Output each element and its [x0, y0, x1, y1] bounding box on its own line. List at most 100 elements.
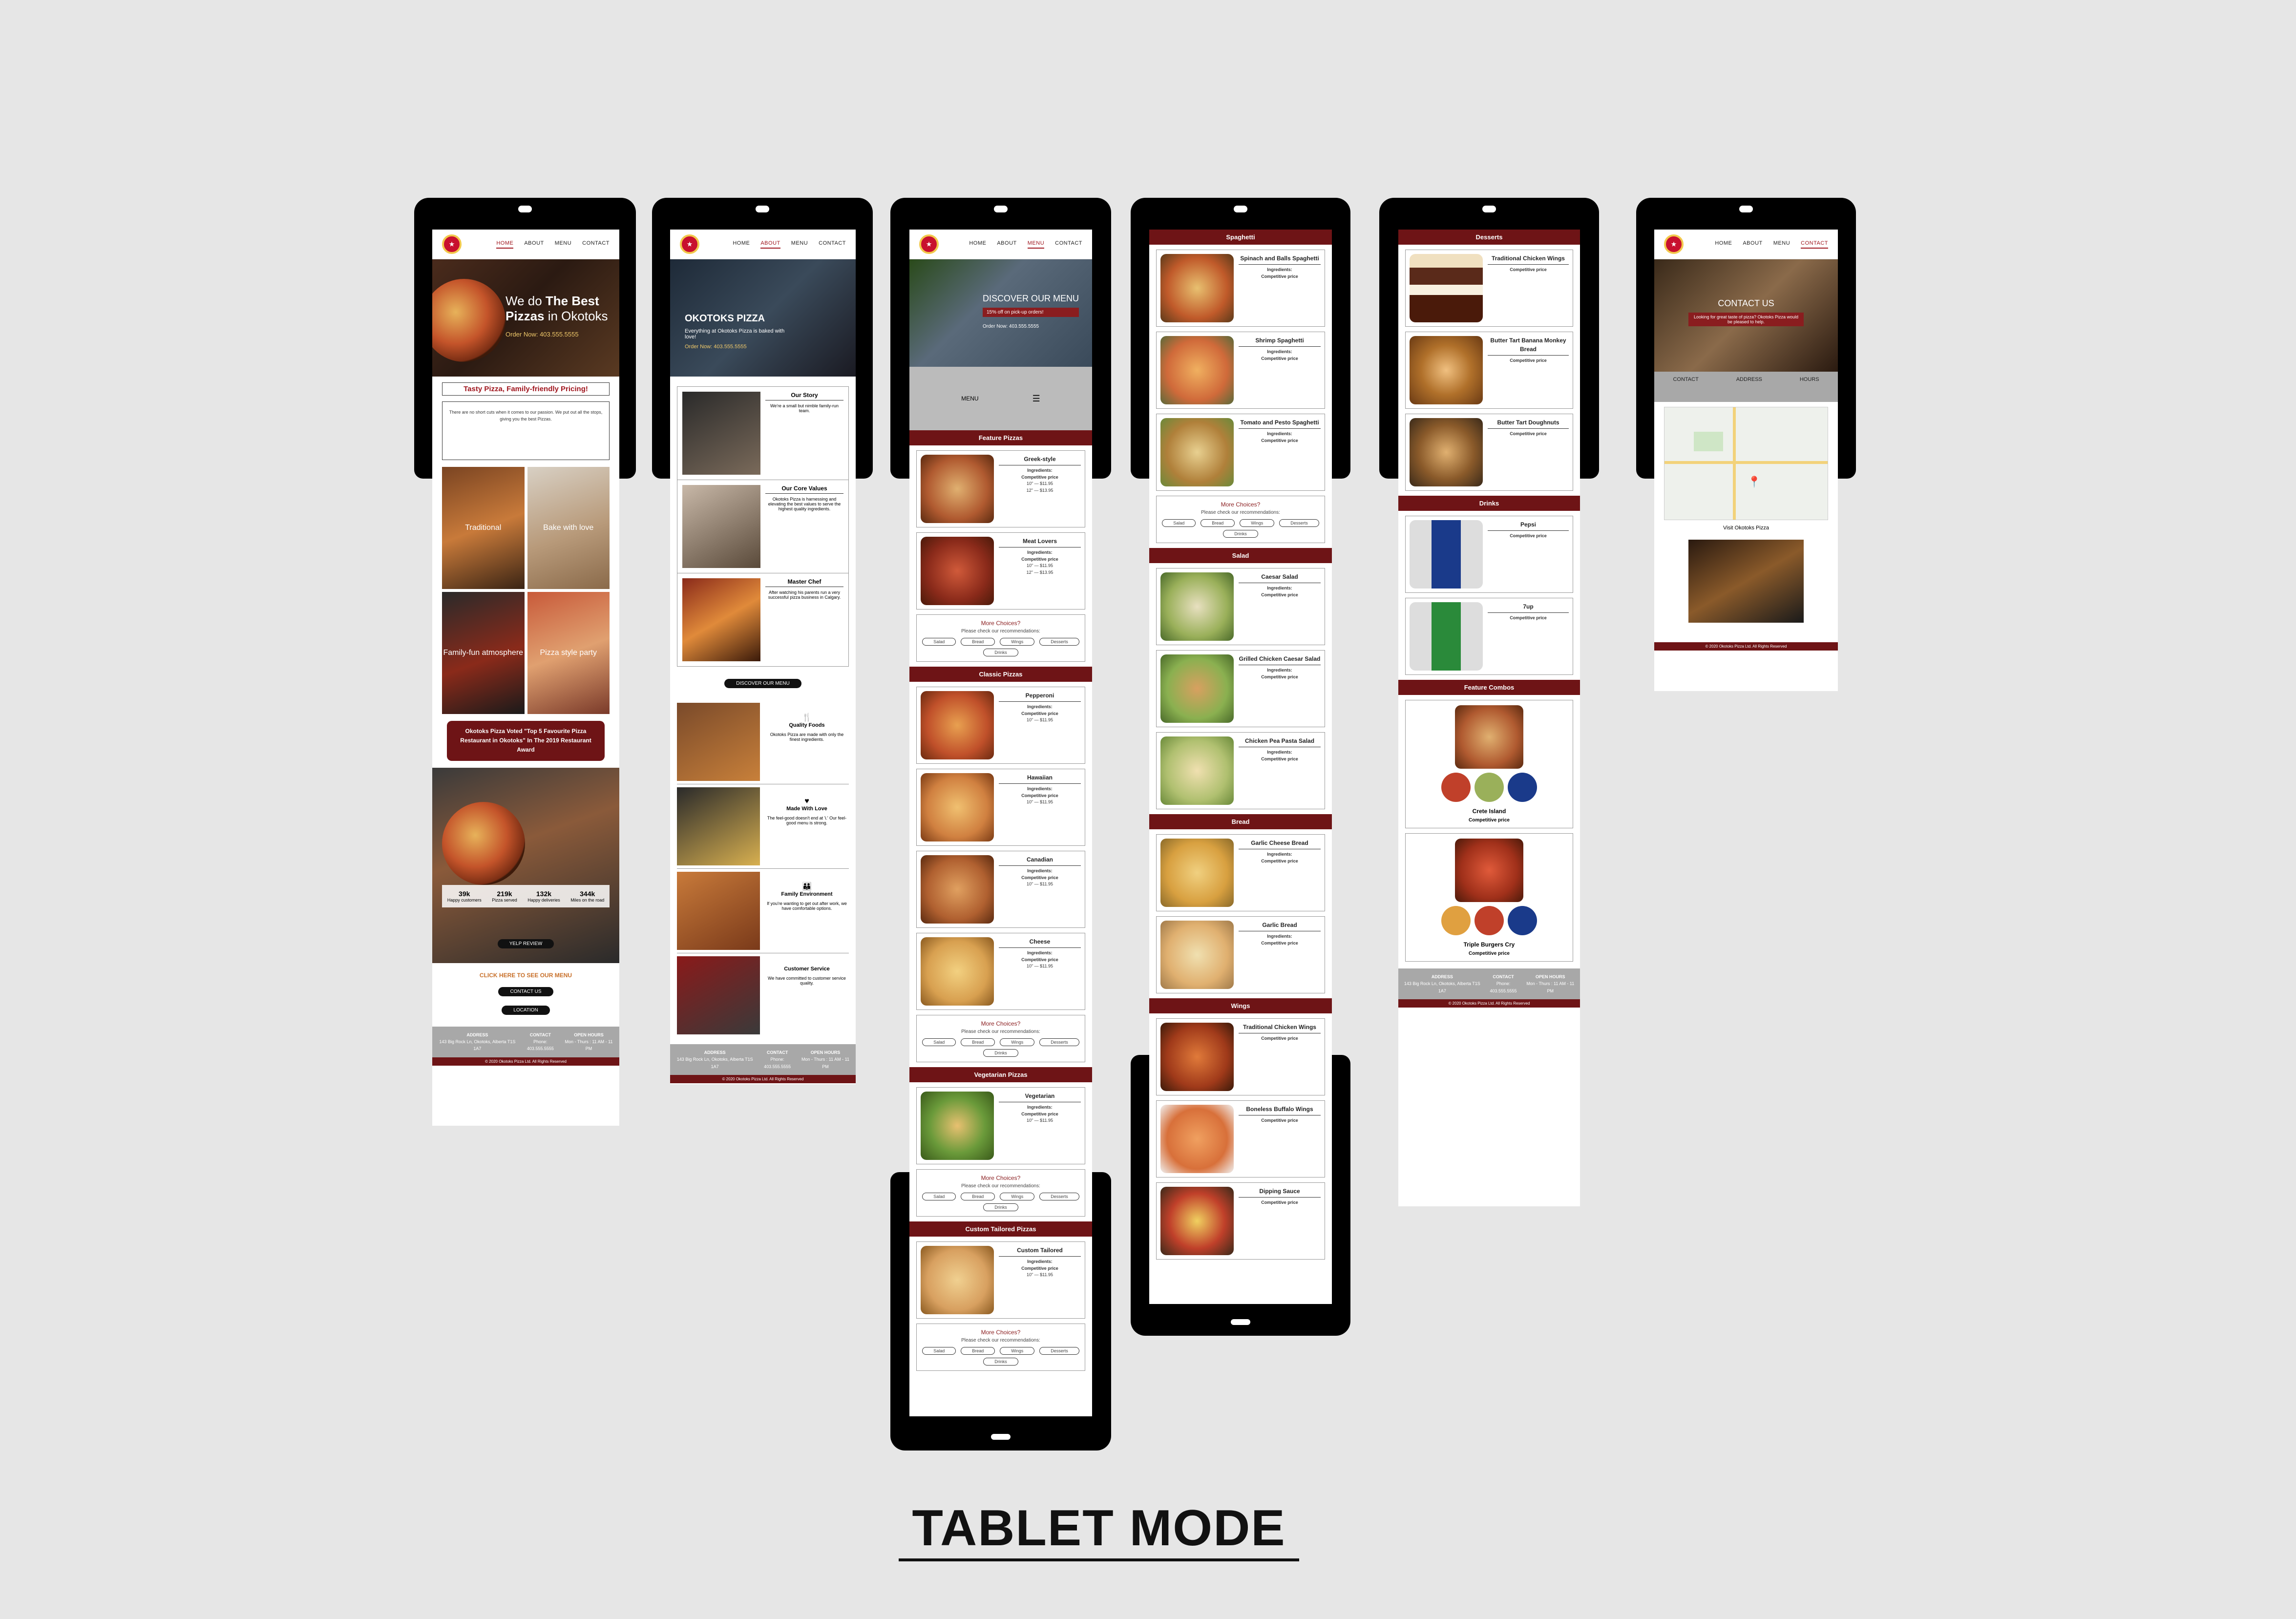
- discover-menu-button[interactable]: DISCOVER OUR MENU: [724, 679, 801, 688]
- nav-home[interactable]: HOME: [733, 240, 750, 249]
- food-image: [1410, 336, 1483, 404]
- tab-contact[interactable]: CONTACT: [1673, 377, 1698, 382]
- logo[interactable]: ★: [1664, 234, 1684, 254]
- pill-bread[interactable]: Bread: [1201, 519, 1235, 527]
- home-button[interactable]: [1231, 1319, 1250, 1325]
- nav-menu[interactable]: MENU: [1027, 240, 1045, 249]
- pill-salad[interactable]: Salad: [922, 1347, 956, 1355]
- tile-family[interactable]: Family-fun atmosphere: [442, 592, 525, 714]
- nav-contact[interactable]: CONTACT: [819, 240, 846, 249]
- more-choices: More Choices? Please check our recommenda…: [916, 1015, 1085, 1062]
- tab-address[interactable]: ADDRESS: [1736, 377, 1762, 382]
- pill-bread[interactable]: Bread: [961, 1193, 995, 1200]
- pill-wings[interactable]: Wings: [1240, 519, 1275, 527]
- footer-heading: ADDRESS: [1431, 974, 1453, 979]
- logo[interactable]: ★: [442, 234, 462, 254]
- nav-about[interactable]: ABOUT: [1743, 240, 1762, 249]
- contact-us-button[interactable]: CONTACT US: [498, 987, 553, 996]
- price-label: Competitive price: [1261, 1118, 1298, 1123]
- pill-wings[interactable]: Wings: [1000, 1347, 1035, 1355]
- nav-menu[interactable]: MENU: [1773, 240, 1790, 249]
- pill-salad[interactable]: Salad: [922, 638, 956, 646]
- drink-image: [1508, 773, 1537, 802]
- pill-desserts[interactable]: Desserts: [1039, 1038, 1079, 1046]
- logo[interactable]: ★: [680, 234, 699, 254]
- home-button[interactable]: [991, 1434, 1011, 1440]
- nav-home[interactable]: HOME: [496, 240, 514, 249]
- pill-drinks[interactable]: Drinks: [1223, 530, 1258, 538]
- yelp-button[interactable]: YELP REVIEW: [497, 939, 554, 948]
- pill-salad[interactable]: Salad: [1162, 519, 1196, 527]
- nav-about[interactable]: ABOUT: [997, 240, 1016, 249]
- ingredients-label: Ingredients:: [1267, 852, 1292, 857]
- nav-contact[interactable]: CONTACT: [1055, 240, 1082, 249]
- menu-card: Chicken Pea Pasta Salad Ingredients: Compe…: [1156, 732, 1325, 809]
- nav-contact[interactable]: CONTACT: [582, 240, 610, 249]
- pill-desserts[interactable]: Desserts: [1039, 638, 1079, 646]
- order-line[interactable]: Order Now: 403.555.5555: [685, 344, 792, 350]
- pill-wings[interactable]: Wings: [1000, 1193, 1035, 1200]
- tab-hours[interactable]: HOURS: [1800, 377, 1819, 382]
- map[interactable]: 📍: [1664, 407, 1828, 520]
- pill-drinks[interactable]: Drinks: [983, 1358, 1018, 1366]
- pill-bread[interactable]: Bread: [961, 638, 995, 646]
- feature-image: [677, 787, 760, 865]
- menu-card: Boneless Buffalo Wings Competitive price: [1156, 1100, 1325, 1177]
- nav-menu[interactable]: MENU: [791, 240, 808, 249]
- food-image: [1160, 336, 1234, 404]
- food-image: [921, 1092, 994, 1160]
- location-button[interactable]: LOCATION: [502, 1005, 550, 1015]
- tile-bake[interactable]: Bake with love: [527, 467, 610, 589]
- footer-heading: CONTACT: [1493, 974, 1514, 979]
- nav-home[interactable]: HOME: [1715, 240, 1732, 249]
- caption-text: TABLET MODE: [912, 1500, 1286, 1556]
- footer-contact[interactable]: Phone: 403.555.5555: [764, 1057, 791, 1069]
- caption: TABLET MODE: [899, 1499, 1299, 1561]
- ingredients-label: Ingredients:: [1027, 468, 1053, 473]
- nav-bar: ★ HOME ABOUT MENU CONTACT: [432, 230, 619, 259]
- price-label: Competitive price: [1261, 1200, 1298, 1205]
- hamburger-icon[interactable]: ☰: [1032, 394, 1040, 404]
- nav-contact[interactable]: CONTACT: [1801, 240, 1828, 249]
- pill-desserts[interactable]: Desserts: [1039, 1193, 1079, 1200]
- price-label: Competitive price: [1261, 674, 1298, 679]
- menu-card: 7up Competitive price: [1405, 598, 1573, 675]
- pill-drinks[interactable]: Drinks: [983, 1049, 1018, 1057]
- contact-tabs: CONTACT ADDRESS HOURS: [1654, 372, 1838, 402]
- nav-home[interactable]: HOME: [969, 240, 986, 249]
- price-label: Competitive price: [1261, 940, 1298, 946]
- footer-heading: OPEN HOURS: [810, 1050, 841, 1055]
- nav-about[interactable]: ABOUT: [524, 240, 544, 249]
- food-image: [921, 537, 994, 605]
- nav-about[interactable]: ABOUT: [760, 240, 780, 249]
- nav-menu[interactable]: MENU: [555, 240, 571, 249]
- order-line[interactable]: Order Now: 403.555.5555: [983, 324, 1079, 329]
- pill-desserts[interactable]: Desserts: [1039, 1347, 1079, 1355]
- price-label: Competitive price: [1469, 818, 1510, 823]
- footer-address: 143 Big Rock Ln, Okotoks, Alberta T1S 1A…: [1404, 981, 1480, 993]
- order-line[interactable]: Order Now: 403.555.5555: [506, 331, 608, 338]
- pill-bread[interactable]: Bread: [961, 1347, 995, 1355]
- tile-traditional[interactable]: Traditional: [442, 467, 525, 589]
- pill-salad[interactable]: Salad: [922, 1038, 956, 1046]
- pill-salad[interactable]: Salad: [922, 1193, 956, 1200]
- logo[interactable]: ★: [919, 234, 939, 254]
- footer-contact[interactable]: Phone: 403.555.5555: [1490, 981, 1517, 993]
- tile-party[interactable]: Pizza style party: [527, 592, 610, 714]
- see-menu-link[interactable]: CLICK HERE TO SEE OUR MENU: [432, 972, 619, 979]
- section-title: Custom Tailored Pizzas: [909, 1221, 1092, 1237]
- footer-heading: OPEN HOURS: [574, 1032, 604, 1037]
- pill-wings[interactable]: Wings: [1000, 638, 1035, 646]
- pill-desserts[interactable]: Desserts: [1279, 519, 1319, 527]
- pill-drinks[interactable]: Drinks: [983, 1203, 1018, 1211]
- ingredients-label: Ingredients:: [1267, 668, 1292, 673]
- pill-wings[interactable]: Wings: [1000, 1038, 1035, 1046]
- food-image: [921, 691, 994, 759]
- pill-bread[interactable]: Bread: [961, 1038, 995, 1046]
- pill-drinks[interactable]: Drinks: [983, 649, 1018, 656]
- map-link[interactable]: Visit Okotoks Pizza: [1654, 525, 1838, 531]
- pizza-image-2: [442, 801, 525, 885]
- food-image: [1410, 602, 1483, 671]
- size-price: 10" — $11.95: [1026, 882, 1053, 886]
- footer-contact[interactable]: Phone: 403.555.5555: [527, 1039, 554, 1051]
